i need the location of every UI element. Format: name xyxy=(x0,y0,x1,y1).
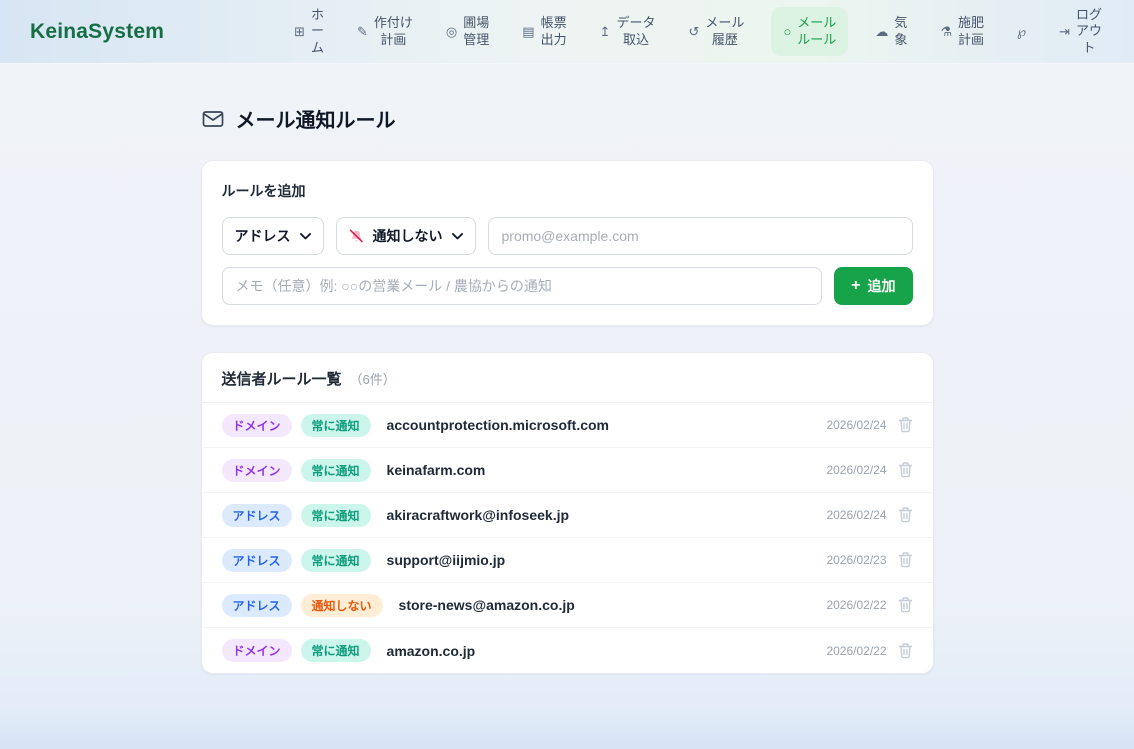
rule-value: store-news@amazon.co.jp xyxy=(399,597,575,613)
chevron-down-icon xyxy=(452,233,463,240)
nav-item-label: 帳票 出力 xyxy=(541,15,567,48)
page-title: メール通知ルール xyxy=(236,104,396,133)
sender-rules-header: 送信者ルール一覧 （6件） xyxy=(202,353,933,403)
trash-icon xyxy=(898,417,913,433)
action-badge: 常に通知 xyxy=(301,504,371,527)
nav-item-label: メール ルール xyxy=(797,15,836,48)
rule-date: 2026/02/23 xyxy=(826,553,886,567)
rule-type-value: アドレス xyxy=(235,226,291,246)
upload-icon: ↥ xyxy=(600,25,611,38)
add-rule-card: ルールを追加 アドレス xyxy=(201,160,934,326)
nav-item-weather[interactable]: ☁ 気 象 xyxy=(869,10,913,53)
trash-icon xyxy=(898,507,913,523)
rule-value: akiracraftwork@infoseek.jp xyxy=(387,507,570,523)
sender-rules-count: （6件） xyxy=(350,369,396,388)
rule-value: accountprotection.microsoft.com xyxy=(387,417,609,433)
rule-date: 2026/02/24 xyxy=(826,508,886,522)
type-badge: アドレス xyxy=(222,594,292,617)
trash-icon xyxy=(898,462,913,478)
chevron-down-icon xyxy=(300,233,311,240)
delete-rule-button[interactable] xyxy=(898,462,913,478)
rule-value: support@iijmio.jp xyxy=(387,552,506,568)
bell-slash-icon xyxy=(349,229,364,244)
nav-item-field-management[interactable]: ◎ 圃場 管理 xyxy=(440,10,495,53)
nav-item-label: 施肥 計画 xyxy=(958,15,984,48)
type-badge: アドレス xyxy=(222,504,292,527)
nav-item-planting-plan[interactable]: ✎ 作付け 計画 xyxy=(351,10,419,53)
main-nav: ⊞ ホ ー ム ✎ 作付け 計画 ◎ 圃場 管理 ▤ 帳票 出力 ↥ データ 取… xyxy=(288,2,1108,61)
rule-type-select[interactable]: アドレス xyxy=(222,217,324,255)
rule-value: keinafarm.com xyxy=(387,462,486,478)
type-badge: ドメイン xyxy=(222,639,292,662)
nav-item-label: ログ アウ ト xyxy=(1076,7,1102,56)
main-content: メール通知ルール ルールを追加 アドレス xyxy=(0,64,1134,749)
target-input[interactable] xyxy=(488,217,913,255)
delete-rule-button[interactable] xyxy=(898,597,913,613)
trash-icon xyxy=(898,643,913,659)
nav-item-label: データ 取込 xyxy=(617,15,656,48)
envelope-icon xyxy=(201,107,225,131)
key-icon: ℘ xyxy=(1017,25,1026,38)
rule-action-value: 通知しない xyxy=(373,226,443,246)
nav-item-api-key[interactable]: ℘ xyxy=(1011,20,1032,43)
top-navbar: KeinaSystem ⊞ ホ ー ム ✎ 作付け 計画 ◎ 圃場 管理 ▤ 帳… xyxy=(0,0,1134,64)
trash-icon xyxy=(898,552,913,568)
nav-item-mail-rules[interactable]: ○ メール ルール xyxy=(771,7,848,56)
rule-date: 2026/02/24 xyxy=(826,463,886,477)
add-button-label: 追加 xyxy=(868,276,896,296)
action-badge: 常に通知 xyxy=(301,639,371,662)
nav-item-data-import[interactable]: ↥ データ 取込 xyxy=(594,10,662,53)
type-badge: アドレス xyxy=(222,549,292,572)
nav-item-label: 圃場 管理 xyxy=(463,15,489,48)
sender-rules-card: 送信者ルール一覧 （6件） ドメイン 常に通知 accountprotectio… xyxy=(201,352,934,674)
table-row: アドレス 通知しない store-news@amazon.co.jp 2026/… xyxy=(202,583,933,628)
history-icon: ↺ xyxy=(689,25,700,38)
document-icon: ▤ xyxy=(522,25,534,38)
map-pin-icon: ◎ xyxy=(446,25,457,38)
cloud-icon: ☁ xyxy=(875,25,888,38)
delete-rule-button[interactable] xyxy=(898,507,913,523)
rule-date: 2026/02/22 xyxy=(826,598,886,612)
trash-icon xyxy=(898,597,913,613)
type-badge: ドメイン xyxy=(222,459,292,482)
action-badge: 常に通知 xyxy=(301,459,371,482)
table-row: アドレス 常に通知 support@iijmio.jp 2026/02/23 xyxy=(202,538,933,583)
action-badge: 通知しない xyxy=(301,594,383,617)
rule-value: amazon.co.jp xyxy=(387,643,476,659)
brand-logo[interactable]: KeinaSystem xyxy=(30,20,164,44)
action-badge: 常に通知 xyxy=(301,414,371,437)
rule-date: 2026/02/22 xyxy=(826,644,886,658)
table-row: ドメイン 常に通知 accountprotection.microsoft.co… xyxy=(202,403,933,448)
memo-input[interactable] xyxy=(222,267,823,305)
nav-item-label: ホ ー ム xyxy=(311,7,324,56)
table-row: アドレス 常に通知 akiracraftwork@infoseek.jp 202… xyxy=(202,493,933,538)
nav-item-home[interactable]: ⊞ ホ ー ム xyxy=(288,2,330,61)
delete-rule-button[interactable] xyxy=(898,417,913,433)
nav-item-fertilization-plan[interactable]: ⚗ 施肥 計画 xyxy=(934,10,990,53)
type-badge: ドメイン xyxy=(222,414,292,437)
plus-icon: + xyxy=(851,278,860,294)
nav-item-label: メール 履歴 xyxy=(705,15,744,48)
nav-item-logout[interactable]: ⇥ ログ アウ ト xyxy=(1053,2,1108,61)
delete-rule-button[interactable] xyxy=(898,643,913,659)
add-rule-heading: ルールを追加 xyxy=(222,181,913,201)
flask-icon: ⚗ xyxy=(940,25,952,38)
nav-item-report-output[interactable]: ▤ 帳票 出力 xyxy=(516,10,572,53)
table-row: ドメイン 常に通知 keinafarm.com 2026/02/24 xyxy=(202,448,933,493)
nav-item-label: 作付け 計画 xyxy=(374,15,413,48)
add-rule-button[interactable]: + 追加 xyxy=(834,267,912,305)
page-title-row: メール通知ルール xyxy=(201,64,934,133)
rule-date: 2026/02/24 xyxy=(826,418,886,432)
logout-icon: ⇥ xyxy=(1059,25,1070,38)
action-badge: 常に通知 xyxy=(301,549,371,572)
circle-icon: ○ xyxy=(783,25,791,38)
rule-action-select[interactable]: 通知しない xyxy=(336,217,476,255)
table-row: ドメイン 常に通知 amazon.co.jp 2026/02/22 xyxy=(202,628,933,673)
pencil-icon: ✎ xyxy=(357,25,368,38)
dashboard-icon: ⊞ xyxy=(294,25,305,38)
nav-item-label: 気 象 xyxy=(894,15,907,48)
nav-item-mail-history[interactable]: ↺ メール 履歴 xyxy=(683,10,751,53)
delete-rule-button[interactable] xyxy=(898,552,913,568)
sender-rules-heading: 送信者ルール一覧 xyxy=(222,368,342,389)
